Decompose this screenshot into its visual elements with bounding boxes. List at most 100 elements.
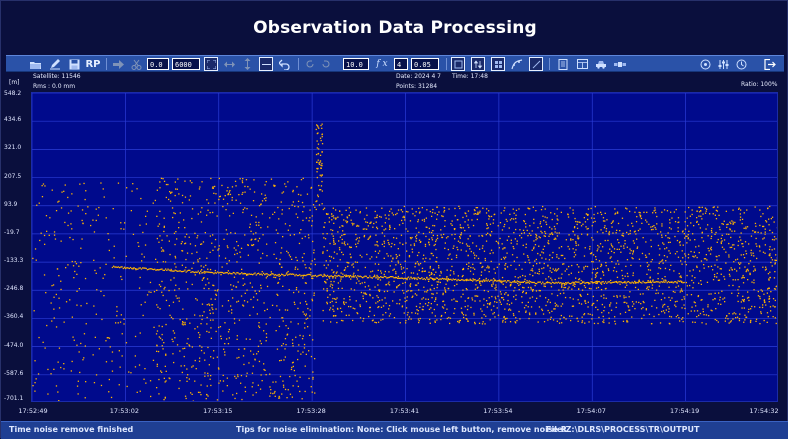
target-icon[interactable]: [698, 57, 712, 71]
undo-icon[interactable]: [278, 57, 292, 71]
data-point: [765, 234, 766, 235]
data-point: [696, 267, 697, 268]
save-icon[interactable]: [67, 57, 81, 71]
measure-icon[interactable]: [529, 57, 543, 71]
data-point: [209, 364, 210, 365]
move-vertical-icon[interactable]: [240, 57, 254, 71]
rp-button[interactable]: RP: [85, 57, 101, 71]
data-point: [387, 240, 388, 241]
data-point: [502, 281, 503, 282]
data-point: [728, 285, 729, 286]
data-point: [769, 277, 770, 278]
data-point: [620, 252, 621, 253]
data-point: [121, 314, 122, 315]
data-point: [399, 284, 400, 285]
rotate-left-icon[interactable]: [304, 57, 316, 71]
data-point: [664, 276, 665, 277]
edit-icon[interactable]: [48, 57, 62, 71]
data-point: [616, 232, 617, 233]
data-point: [160, 338, 161, 339]
data-point: [505, 269, 506, 270]
data-point: [307, 194, 308, 195]
data-point: [651, 261, 652, 262]
data-point: [437, 287, 438, 288]
data-point: [587, 306, 588, 307]
data-point: [723, 276, 724, 277]
data-point: [530, 281, 531, 282]
data-point: [726, 234, 727, 235]
data-point: [465, 279, 466, 280]
data-point: [611, 226, 612, 227]
move-horizontal-icon[interactable]: [222, 57, 236, 71]
data-point: [553, 282, 554, 283]
scatter-plot[interactable]: [31, 92, 778, 402]
data-point: [333, 215, 334, 216]
data-point: [212, 186, 213, 187]
range-start-input[interactable]: 0.0: [147, 58, 169, 70]
scale-input[interactable]: 10.0: [343, 58, 369, 70]
arrow-right-icon[interactable]: [111, 57, 125, 71]
data-point: [182, 372, 183, 373]
data-point: [716, 259, 717, 260]
data-point: [351, 264, 352, 265]
sliders-icon[interactable]: [716, 57, 730, 71]
data-point: [591, 217, 592, 218]
data-point: [137, 392, 138, 393]
data-point: [739, 318, 740, 319]
data-point: [692, 214, 693, 215]
data-point: [559, 283, 560, 284]
data-point: [620, 246, 621, 247]
data-point: [371, 256, 372, 257]
data-point: [462, 276, 463, 277]
data-point: [335, 299, 336, 300]
zoom-fit-icon[interactable]: [204, 57, 218, 71]
data-point: [606, 228, 607, 229]
data-point: [527, 230, 528, 231]
data-point: [166, 235, 167, 236]
data-point: [303, 178, 304, 179]
satellite-icon[interactable]: [613, 57, 627, 71]
data-point: [197, 235, 198, 236]
data-point: [484, 251, 485, 252]
scissors-icon[interactable]: [129, 57, 143, 71]
data-point: [281, 393, 282, 394]
data-point: [76, 345, 77, 346]
plot-canvas[interactable]: [32, 93, 778, 402]
data-point: [130, 372, 131, 373]
select-tool-icon[interactable]: [259, 57, 273, 71]
exit-icon[interactable]: [762, 57, 778, 71]
table-icon[interactable]: [575, 57, 589, 71]
data-point: [543, 252, 544, 253]
data-point: [516, 257, 517, 258]
data-point: [509, 304, 510, 305]
vehicle-icon[interactable]: [594, 57, 608, 71]
order-input[interactable]: 4: [394, 58, 408, 70]
range-end-input[interactable]: 6000: [172, 58, 200, 70]
open-folder-icon[interactable]: [28, 57, 42, 71]
data-point: [353, 263, 354, 264]
data-point: [481, 317, 482, 318]
data-point: [172, 318, 173, 319]
data-point: [251, 215, 252, 216]
data-point: [597, 300, 598, 301]
data-point: [302, 257, 303, 258]
data-point: [662, 242, 663, 243]
data-point: [267, 276, 268, 277]
data-point: [195, 274, 196, 275]
filter-up-icon[interactable]: [471, 57, 485, 71]
data-point: [213, 358, 214, 359]
document-icon[interactable]: [556, 57, 570, 71]
data-point: [115, 266, 116, 267]
data-point: [600, 282, 601, 283]
threshold-input[interactable]: 0.05: [411, 58, 439, 70]
clock-icon[interactable]: [734, 57, 748, 71]
data-point: [126, 187, 127, 188]
data-point: [461, 232, 462, 233]
data-point: [285, 223, 286, 224]
curve-fit-icon[interactable]: [510, 57, 524, 71]
data-point: [732, 210, 733, 211]
data-point: [609, 231, 610, 232]
grid-icon[interactable]: [491, 57, 505, 71]
rotate-right-icon[interactable]: [320, 57, 332, 71]
zoom-region-icon[interactable]: [451, 57, 465, 71]
